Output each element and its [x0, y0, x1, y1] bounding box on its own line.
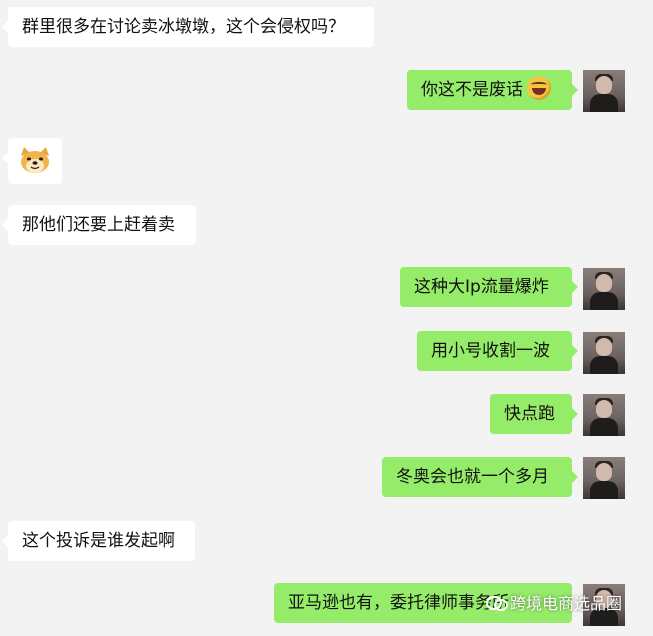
watermark: 跨境电商选品圈 [486, 590, 622, 614]
message-bubble-outgoing: 用小号收割一波 [417, 331, 578, 371]
message-bubble-incoming: 群里很多在讨论卖冰墩墩，这个会侵权吗？ [2, 7, 374, 47]
message-text: 冬奥会也就一个多月 [396, 467, 549, 487]
message-bubble-incoming: 那他们还要上赶着卖 [2, 205, 196, 245]
message-bubble-incoming-sticker [2, 138, 62, 184]
avatar[interactable] [583, 457, 625, 499]
watermark-text: 跨境电商选品圈 [510, 594, 623, 613]
message-bubble-outgoing: 你这不是废话 [407, 70, 578, 110]
message-bubble-outgoing: 这种大Ip流量爆炸 [400, 267, 578, 307]
message-text: 亚马逊也有，委托律师事务所 [288, 593, 509, 613]
message-bubble-incoming: 这个投诉是谁发起啊 [2, 521, 195, 561]
avatar[interactable] [583, 70, 625, 112]
message-text: 那他们还要上赶着卖 [22, 215, 175, 235]
avatar[interactable] [583, 394, 625, 436]
message-bubble-outgoing: 快点跑 [490, 394, 578, 434]
message-text: 用小号收割一波 [431, 341, 550, 361]
message-text: 快点跑 [504, 404, 555, 424]
laughing-emoji-icon [527, 76, 551, 100]
message-text: 群里很多在讨论卖冰墩墩，这个会侵权吗？ [22, 17, 345, 37]
avatar[interactable] [583, 268, 625, 310]
wechat-icon [486, 594, 508, 611]
doge-icon [21, 147, 49, 173]
message-text: 这个投诉是谁发起啊 [22, 531, 175, 551]
message-bubble-outgoing: 冬奥会也就一个多月 [382, 457, 578, 497]
message-text: 你这不是废话 [421, 80, 523, 100]
avatar[interactable] [583, 332, 625, 374]
message-text: 这种大Ip流量爆炸 [414, 277, 549, 297]
